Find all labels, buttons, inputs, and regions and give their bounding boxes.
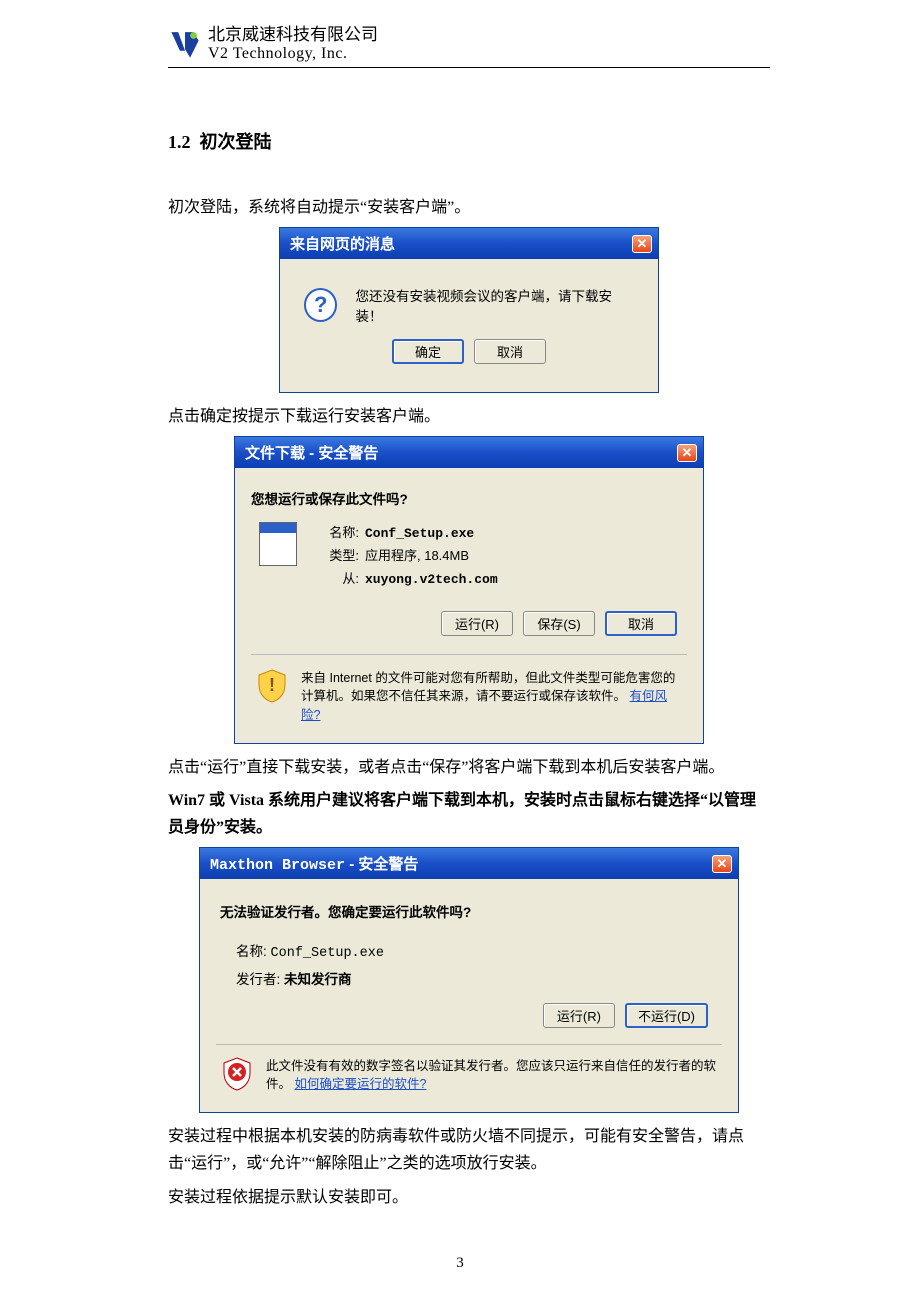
run-button[interactable]: 运行(R) — [543, 1003, 615, 1028]
value-publisher: 未知发行商 — [284, 972, 352, 987]
warning-text: 来自 Internet 的文件可能对您有所帮助，但此文件类型可能危害您的计算机。… — [301, 671, 675, 704]
security-warning-dialog: Maxthon Browser - 安全警告 ✕ 无法验证发行者。您确定要运行此… — [199, 847, 739, 1113]
document-header: 北京威速科技有限公司 V2 Technology, Inc. — [168, 25, 770, 68]
section-heading: 1.2 初次登陆 — [168, 128, 770, 154]
paragraph-1: 初次登陆，系统将自动提示“安装客户端”。 — [168, 194, 770, 221]
paragraph-3b-bold: Win7 或 Vista 系统用户建议将客户端下载到本机，安装时点击鼠标右键选择… — [168, 792, 756, 836]
shield-warning-icon: ! — [257, 669, 287, 703]
dialog-title: 文件下载 - 安全警告 — [245, 442, 378, 463]
cancel-button[interactable]: 取消 — [605, 611, 677, 636]
dialog-message: 您还没有安装视频会议的客户端，请下载安装！ — [355, 285, 634, 325]
value-name: Conf_Setup.exe — [365, 526, 474, 541]
value-type: 应用程序, 18.4MB — [365, 548, 469, 563]
cancel-button[interactable]: 取消 — [474, 339, 546, 364]
section-title-text: 初次登陆 — [200, 132, 272, 152]
shield-error-icon — [222, 1057, 252, 1091]
dialog-title-rest: - 安全警告 — [345, 856, 418, 873]
paragraph-5: 安装过程依据提示默认安装即可。 — [168, 1184, 770, 1211]
paragraph-4: 安装过程中根据本机安装的防病毒软件或防火墙不同提示，可能有安全警告，请点击“运行… — [168, 1123, 770, 1177]
save-button[interactable]: 保存(S) — [523, 611, 595, 636]
file-info: 名称: Conf_Setup.exe 发行者: 未知发行商 — [236, 939, 722, 992]
ok-button[interactable]: 确定 — [392, 339, 464, 364]
company-logo-icon — [168, 27, 202, 61]
company-name-cn: 北京威速科技有限公司 — [208, 25, 378, 45]
dialog-title: 来自网页的消息 — [290, 233, 395, 254]
label-name: 名称: — [315, 522, 359, 544]
paragraph-2: 点击确定按提示下载运行安装客户端。 — [168, 403, 770, 430]
close-icon[interactable]: ✕ — [712, 855, 732, 873]
file-icon — [259, 522, 297, 566]
how-link[interactable]: 如何确定要运行的软件? — [295, 1077, 427, 1091]
paragraph-3: 点击“运行”直接下载安装，或者点击“保存”将客户端下载到本机后安装客户端。 — [168, 754, 770, 781]
label-name: 名称: — [236, 944, 267, 959]
dialog-question: 您想运行或保存此文件吗? — [251, 488, 687, 508]
dialog-titlebar: Maxthon Browser - 安全警告 ✕ — [200, 848, 738, 879]
dialog-question: 无法验证发行者。您确定要运行此软件吗? — [220, 901, 722, 921]
close-icon[interactable]: ✕ — [677, 444, 697, 462]
svg-text:!: ! — [269, 675, 275, 695]
close-icon[interactable]: ✕ — [632, 235, 652, 253]
label-publisher: 发行者: — [236, 972, 280, 987]
dialog-title-app: Maxthon Browser — [210, 857, 345, 874]
paragraph-3b: Win7 或 Vista 系统用户建议将客户端下载到本机，安装时点击鼠标右键选择… — [168, 787, 770, 841]
run-button[interactable]: 运行(R) — [441, 611, 513, 636]
dont-run-button[interactable]: 不运行(D) — [625, 1003, 708, 1028]
page-number: 3 — [0, 1255, 920, 1272]
file-info: 名称: Conf_Setup.exe 类型: 应用程序, 18.4MB 从: xuyo… — [315, 522, 498, 590]
company-name-en: V2 Technology, Inc. — [208, 45, 378, 63]
label-type: 类型: — [315, 545, 359, 567]
section-number: 1.2 — [168, 132, 191, 152]
dialog-titlebar: 文件下载 - 安全警告 ✕ — [235, 437, 703, 468]
question-icon: ? — [304, 288, 337, 322]
label-from: 从: — [315, 568, 359, 590]
value-name: Conf_Setup.exe — [271, 946, 384, 961]
value-from: xuyong.v2tech.com — [365, 572, 498, 587]
message-dialog: 来自网页的消息 ✕ ? 您还没有安装视频会议的客户端，请下载安装！ 确定 取消 — [279, 227, 659, 393]
dialog-titlebar: 来自网页的消息 ✕ — [280, 228, 658, 259]
file-download-dialog: 文件下载 - 安全警告 ✕ 您想运行或保存此文件吗? 名称: Conf_Setup… — [234, 436, 704, 744]
